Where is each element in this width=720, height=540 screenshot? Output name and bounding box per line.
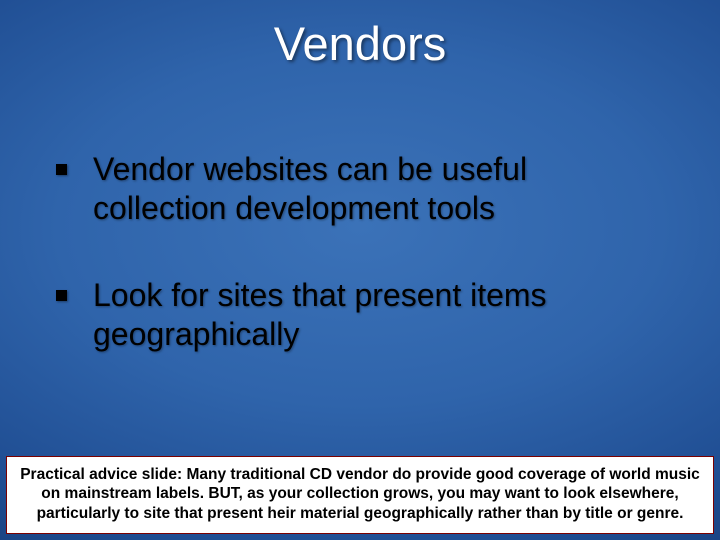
slide-body: Vendor websites can be useful collection… [56,150,664,402]
speaker-note-text: Practical advice slide: Many traditional… [19,465,701,523]
bullet-item: Vendor websites can be useful collection… [56,150,664,228]
bullet-text: Vendor websites can be useful collection… [93,150,664,228]
square-bullet-icon [56,164,67,175]
speaker-note-box: Practical advice slide: Many traditional… [6,456,714,534]
square-bullet-icon [56,290,67,301]
slide-title: Vendors [0,16,720,71]
bullet-text: Look for sites that present items geogra… [93,276,664,354]
bullet-item: Look for sites that present items geogra… [56,276,664,354]
slide: Vendors Vendor websites can be useful co… [0,0,720,540]
